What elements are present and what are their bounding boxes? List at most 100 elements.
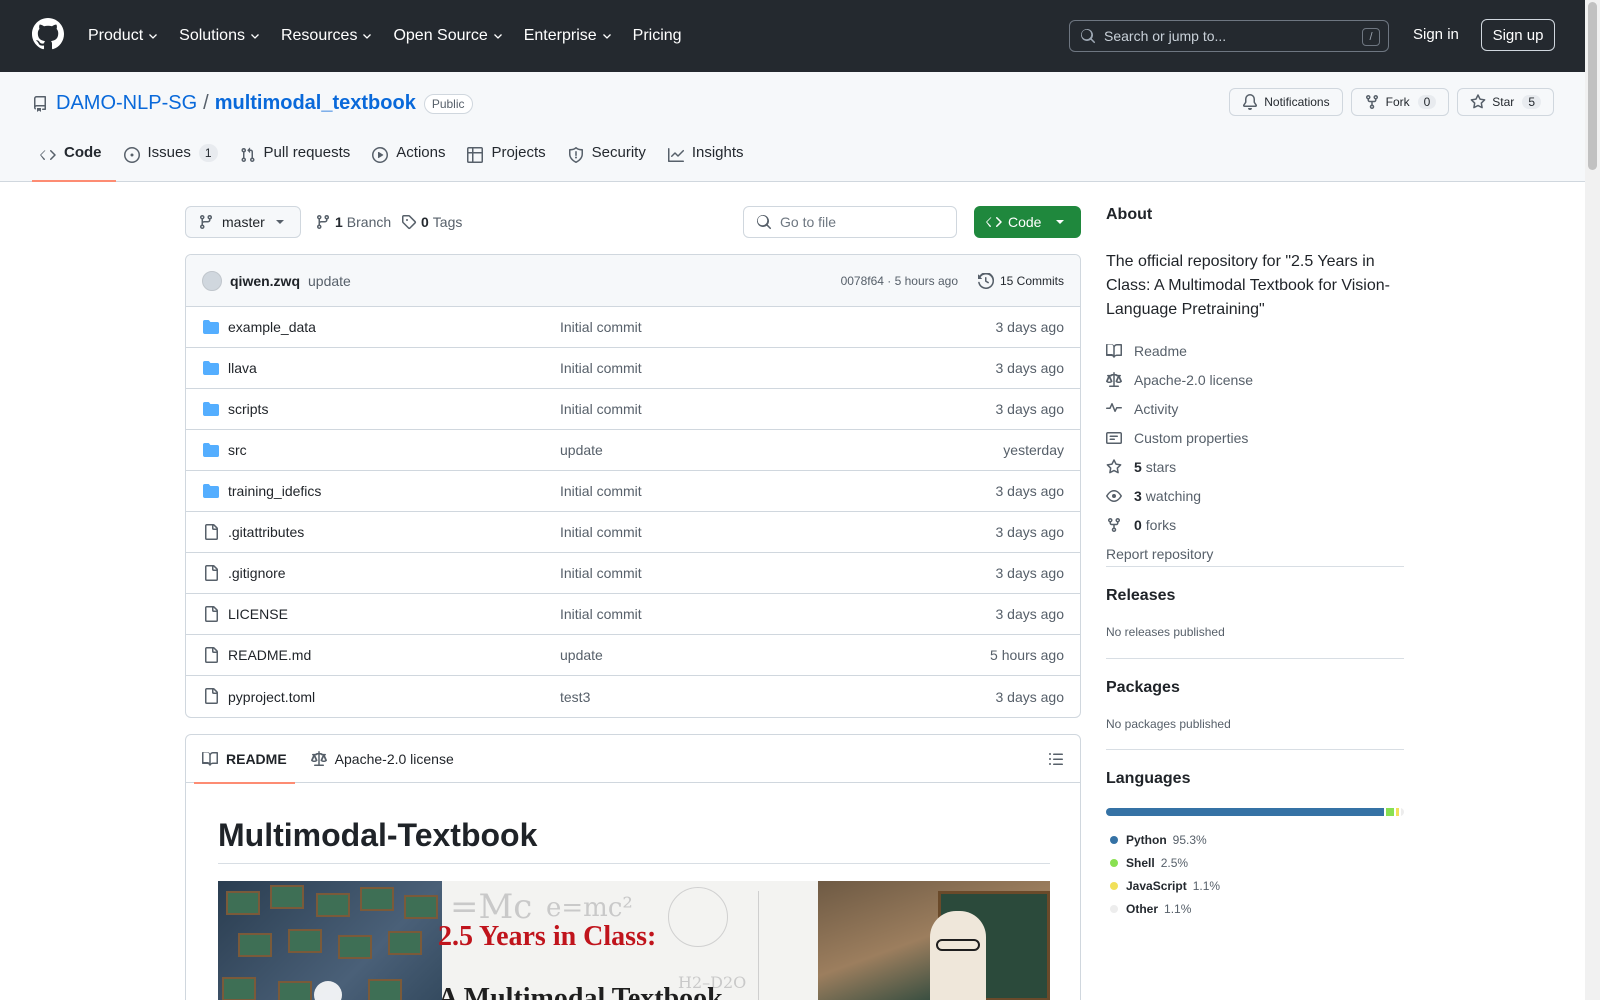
sign-up-button[interactable]: Sign up [1481,19,1555,51]
file-name-link[interactable]: .gitignore [228,565,286,581]
repo-owner-link[interactable]: DAMO-NLP-SG [56,92,197,115]
fork-button[interactable]: Fork 0 [1350,88,1450,116]
tab-insights[interactable]: Insights [660,144,758,182]
branches-link[interactable]: 1 Branch [315,214,391,230]
releases-title[interactable]: Releases [1106,587,1404,605]
avatar[interactable] [202,270,222,291]
code-dropdown-button[interactable]: Code [974,206,1081,238]
file-name-link[interactable]: training_idefics [228,483,321,499]
notifications-button[interactable]: Notifications [1229,88,1343,116]
tab-pull-requests[interactable]: Pull requests [232,144,365,182]
tab-issues[interactable]: Issues 1 [116,144,232,182]
about-stars-link[interactable]: 5 stars [1106,452,1404,481]
file-name-link[interactable]: scripts [228,401,268,417]
table-row[interactable]: example_data Initial commit 3 days ago [186,307,1080,348]
file-name-link[interactable]: llava [228,360,257,376]
file-name-link[interactable]: pyproject.toml [228,689,315,705]
shield-icon [568,147,583,163]
commit-author-link[interactable]: qiwen.zwq [230,273,300,289]
go-to-file-input[interactable]: Go to file [743,206,957,238]
about-forks-link[interactable]: 0 forks [1106,510,1404,539]
file-commit-message-link[interactable]: Initial commit [560,360,642,376]
language-name: JavaScript [1126,878,1187,893]
table-row[interactable]: llava Initial commit 3 days ago [186,348,1080,389]
global-nav-enterprise[interactable]: Enterprise [524,27,613,45]
file-commit-message-link[interactable]: Initial commit [560,483,642,499]
star-button[interactable]: Star 5 [1457,88,1554,116]
packages-title[interactable]: Packages [1106,679,1404,697]
tag-count: 0 [421,214,429,230]
file-commit-message-link[interactable]: update [560,647,603,663]
file-commit-message-link[interactable]: Initial commit [560,565,642,581]
branch-label: Branch [346,214,392,230]
about-custom-properties-link[interactable]: Custom properties [1106,423,1404,452]
global-nav-product[interactable]: Product [88,27,159,45]
global-nav-open-source[interactable]: Open Source [393,27,503,45]
global-nav-solutions[interactable]: Solutions [179,27,261,45]
about-description: The official repository for "2.5 Years i… [1106,253,1390,318]
branch-count: 1 [335,214,343,230]
banner-subtitle: A Multimodal Textbook [438,983,723,1000]
file-name-link[interactable]: example_data [228,319,316,335]
language-item-other[interactable]: Other 1.1% [1106,897,1246,920]
table-row[interactable]: LICENSE Initial commit 3 days ago [186,594,1080,635]
tab-label: Pull requests [263,144,351,161]
sidebar-divider [1106,749,1404,750]
table-row[interactable]: training_idefics Initial commit 3 days ago [186,471,1080,512]
tab-code[interactable]: Code [32,144,116,182]
language-percent: 2.5% [1160,855,1189,870]
file-commit-message-link[interactable]: Initial commit [560,319,642,335]
commit-message-link[interactable]: update [308,273,351,289]
page-scrollbar-thumb[interactable] [1588,2,1597,170]
tab-projects[interactable]: Projects [459,144,559,182]
table-row[interactable]: README.md update 5 hours ago [186,635,1080,676]
file-commit-message-link[interactable]: Initial commit [560,606,642,622]
file-name-link[interactable]: LICENSE [228,606,288,622]
language-item-python[interactable]: Python 95.3% [1106,828,1230,851]
tab-actions[interactable]: Actions [364,144,459,182]
tab-readme[interactable]: README [194,735,295,784]
github-logo-icon[interactable] [32,18,64,50]
about-activity-link[interactable]: Activity [1106,394,1404,423]
search-placeholder: Search or jump to... [1104,28,1227,44]
language-item-shell[interactable]: Shell 2.5% [1106,851,1246,874]
commits-link[interactable]: 15 Commits [977,272,1064,289]
file-rows: example_data Initial commit 3 days ago llav… [186,307,1080,717]
branch-selector[interactable]: master [185,206,301,238]
search-input[interactable]: Search or jump to... / [1069,20,1389,52]
readme-heading-divider [218,863,1050,864]
file-name-link[interactable]: src [228,442,247,458]
table-row[interactable]: .gitattributes Initial commit 3 days ago [186,512,1080,553]
file-commit-message-link[interactable]: Initial commit [560,401,642,417]
table-row[interactable]: pyproject.toml test3 3 days ago [186,676,1080,717]
about-count: 5 [1134,458,1142,475]
table-row[interactable]: src update yesterday [186,430,1080,471]
repo-name-link[interactable]: multimodal_textbook [215,92,416,115]
language-name: Shell [1126,855,1155,870]
file-commit-message-link[interactable]: Initial commit [560,524,642,540]
language-bar-segment [1400,808,1404,816]
file-commit-message-link[interactable]: update [560,442,603,458]
file-name-link[interactable]: README.md [228,647,311,663]
language-dot-icon [1110,881,1118,890]
table-row[interactable]: .gitignore Initial commit 3 days ago [186,553,1080,594]
file-commit-message-link[interactable]: test3 [560,689,590,705]
tab-license[interactable]: Apache-2.0 license [303,735,462,783]
commit-meta[interactable]: 0078f64 · 5 hours ago [841,274,958,288]
global-nav-resources[interactable]: Resources [281,27,373,45]
sign-in-link[interactable]: Sign in [1413,26,1459,43]
list-unordered-icon[interactable] [1048,751,1064,767]
global-nav-pricing[interactable]: Pricing [633,27,682,45]
repo-header: DAMO-NLP-SG / multimodal_textbook Public… [0,72,1600,182]
tags-link[interactable]: 0 Tags [401,214,462,230]
about-watching-link[interactable]: 3 watching [1106,481,1404,510]
about-readme-link[interactable]: Readme [1106,336,1404,365]
table-row[interactable]: scripts Initial commit 3 days ago [186,389,1080,430]
tab-security[interactable]: Security [560,144,660,182]
report-repository-link[interactable]: Report repository [1106,539,1404,568]
about-apache-2-0-license-link[interactable]: Apache-2.0 license [1106,365,1404,394]
file-name-link[interactable]: .gitattributes [228,524,304,540]
git-branch-icon [317,214,329,230]
language-item-javascript[interactable]: JavaScript 1.1% [1106,874,1230,897]
tab-license-label: Apache-2.0 license [334,750,454,767]
